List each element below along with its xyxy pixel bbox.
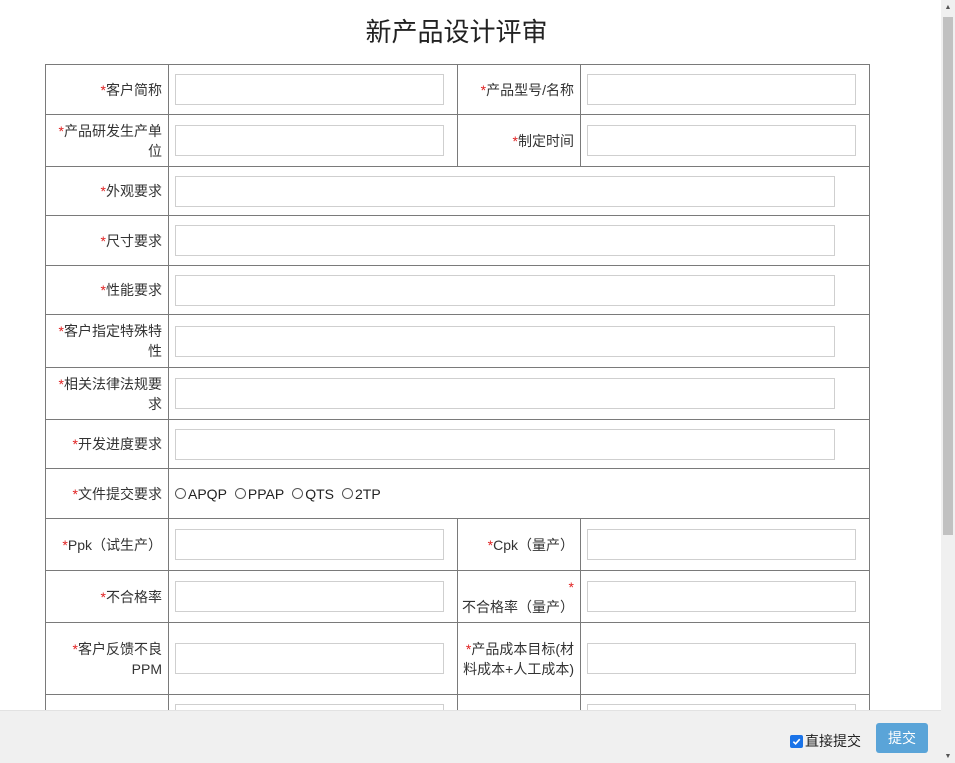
label-cell: *制定时间 — [457, 114, 581, 167]
label-cell: *相关法律法规要求 — [45, 367, 169, 420]
cost-target-label: 产品成本目标(材料成本+人工成本) — [463, 640, 574, 677]
size-label: 尺寸要求 — [106, 232, 162, 249]
reject-rate-label: 不合格率 — [106, 588, 162, 605]
label-cell: *客户指定特殊特性 — [45, 314, 169, 368]
form-row: *相关法律法规要求 — [45, 367, 870, 420]
form-row: *外观要求 — [45, 166, 870, 216]
radio-apqp[interactable]: APQP — [175, 486, 227, 502]
law-label: 相关法律法规要求 — [64, 375, 162, 412]
direct-submit-toggle[interactable]: 直接提交 — [790, 731, 861, 751]
dev-unit-input[interactable] — [175, 125, 444, 156]
form-row: *客户指定特殊特性 — [45, 314, 870, 368]
made-time-input[interactable] — [587, 125, 856, 156]
label-cell: *外观要求 — [45, 166, 169, 216]
ppk-label: Ppk（试生产） — [67, 536, 162, 553]
ppk-input[interactable] — [175, 529, 444, 560]
label-cell: *产品型号/名称 — [457, 64, 581, 115]
form-row: *客户简称 *产品型号/名称 — [45, 64, 870, 115]
form-row: *性能要求 — [45, 265, 870, 315]
doc-radio-group: APQP PPAP QTS 2TP — [175, 486, 869, 502]
radio-circle-icon[interactable] — [292, 488, 304, 499]
scroll-down-arrow-icon[interactable]: ▼ — [941, 749, 955, 763]
size-input[interactable] — [175, 225, 835, 256]
label-cell: *性能要求 — [45, 265, 169, 315]
reject-rate-mass-input[interactable] — [587, 581, 856, 612]
feedback-ppm-label: 客户反馈不良PPM — [78, 640, 162, 677]
radio-qts[interactable]: QTS — [292, 486, 334, 502]
scroll-thumb[interactable] — [943, 17, 953, 535]
dev-unit-label: 产品研发生产单位 — [64, 122, 162, 159]
radio-circle-icon[interactable] — [175, 488, 186, 499]
performance-label: 性能要求 — [106, 282, 162, 298]
appearance-label: 外观要求 — [106, 183, 162, 199]
radio-circle-icon[interactable] — [234, 488, 246, 499]
docs-label: 文件提交要求 — [78, 485, 162, 502]
label-cell: *产品研发生产单位 — [45, 114, 169, 167]
made-time-label: 制定时间 — [518, 132, 574, 149]
cpk-input[interactable] — [587, 529, 856, 560]
radio-ppap[interactable]: PPAP — [234, 486, 284, 502]
feedback-ppm-input[interactable] — [175, 643, 444, 674]
label-cell: *不合格率（量产） — [457, 570, 581, 623]
label-cell: *客户反馈不良PPM — [45, 622, 169, 695]
customer-short-label: 客户简称 — [106, 81, 162, 98]
cost-target-input[interactable] — [587, 643, 856, 674]
product-model-input[interactable] — [587, 74, 856, 105]
form-row: *开发进度要求 — [45, 419, 870, 469]
law-input[interactable] — [175, 378, 835, 409]
schedule-input[interactable] — [175, 428, 835, 460]
label-cell: *客户简称 — [45, 64, 169, 115]
radio-2tp[interactable]: 2TP — [342, 486, 381, 502]
label-cell: *Cpk（量产） — [457, 518, 581, 571]
label-cell: *开发进度要求 — [45, 419, 169, 469]
form-row: *文件提交要求 APQP PPAP QTS 2TP — [45, 468, 870, 519]
reject-rate-mass-label: 不合格率（量产） — [462, 598, 574, 615]
label-cell: *Ppk（试生产） — [45, 518, 169, 571]
direct-submit-label: 直接提交 — [805, 733, 861, 749]
label-cell: *不合格率 — [45, 570, 169, 623]
special-input[interactable] — [175, 325, 835, 357]
form-row: *不合格率 *不合格率（量产） — [45, 570, 870, 623]
label-cell: *尺寸要求 — [45, 215, 169, 266]
scroll-up-arrow-icon[interactable]: ▲ — [941, 0, 955, 14]
vertical-scrollbar[interactable]: ▲ ▼ — [941, 0, 955, 763]
customer-short-input[interactable] — [175, 74, 444, 105]
form-row: *产品研发生产单位 *制定时间 — [45, 114, 870, 167]
checkbox-checked-icon[interactable] — [790, 734, 803, 748]
form-row: *尺寸要求 — [45, 215, 870, 266]
label-cell: *文件提交要求 — [45, 468, 169, 519]
performance-input[interactable] — [175, 274, 835, 306]
radio-circle-icon[interactable] — [342, 488, 353, 499]
submit-button[interactable]: 提交 — [876, 723, 928, 753]
cpk-label: Cpk（量产） — [493, 536, 574, 553]
schedule-label: 开发进度要求 — [78, 436, 162, 452]
appearance-input[interactable] — [175, 175, 835, 207]
form-page: 新产品设计评审 *客户简称 *产品型号/名称 *产品研发生产单位 *制定时间 *… — [0, 0, 941, 763]
page-title: 新产品设计评审 — [365, 18, 548, 48]
review-form-table: *客户简称 *产品型号/名称 *产品研发生产单位 *制定时间 *外观要求 *尺寸… — [45, 64, 870, 745]
reject-rate-input[interactable] — [175, 581, 444, 612]
product-model-label: 产品型号/名称 — [486, 81, 574, 98]
form-row: *Ppk（试生产） *Cpk（量产） — [45, 518, 870, 571]
special-label: 客户指定特殊特性 — [64, 323, 162, 359]
label-cell: *产品成本目标(材料成本+人工成本) — [457, 622, 581, 695]
form-row: *客户反馈不良PPM *产品成本目标(材料成本+人工成本) — [45, 622, 870, 695]
footer-bar: 直接提交 提交 — [0, 710, 941, 763]
